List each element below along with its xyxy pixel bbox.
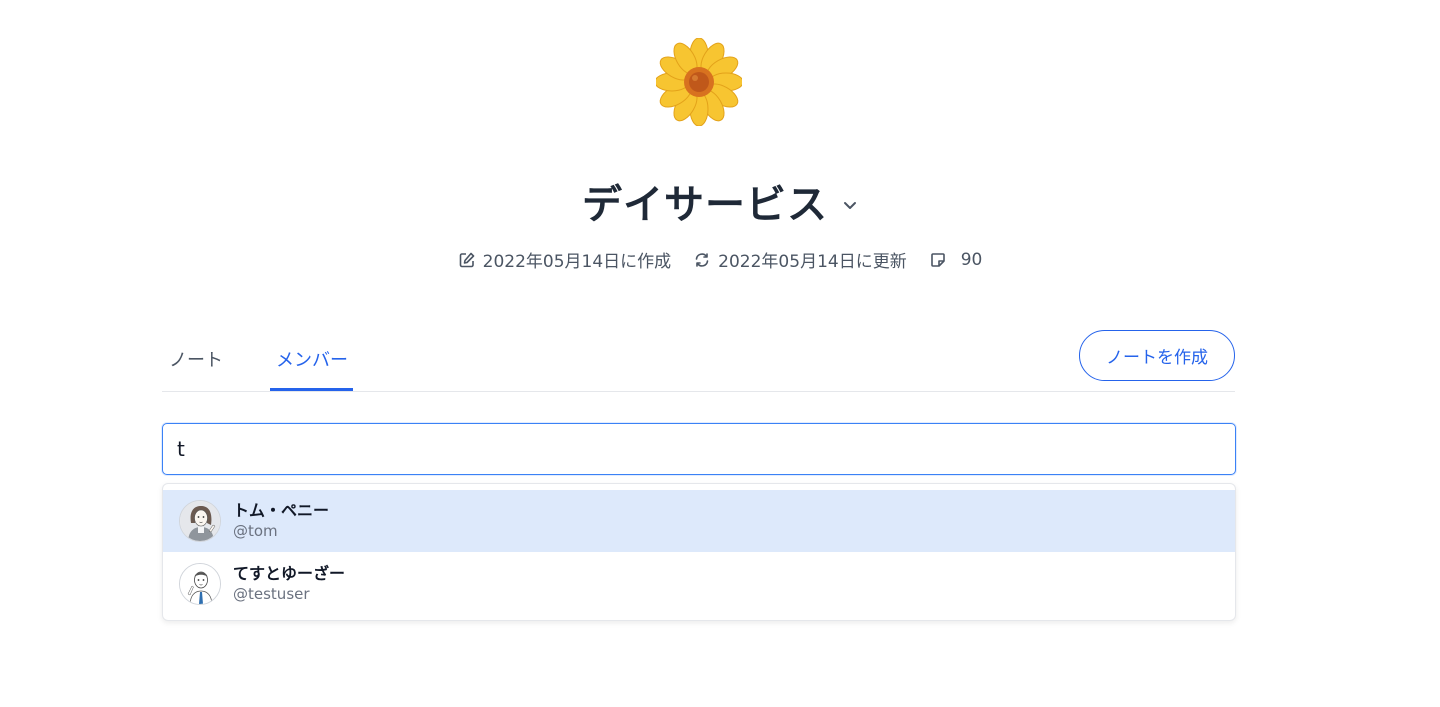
suggestion-handle: @tom — [233, 522, 278, 540]
refresh-icon — [695, 252, 709, 267]
chevron-down-icon[interactable] — [842, 197, 858, 213]
workspace-title: デイサービス — [582, 182, 828, 228]
member-search-input[interactable] — [162, 423, 1236, 475]
tab-notes[interactable]: ノート — [169, 346, 223, 372]
workspace-emoji-icon — [654, 37, 744, 127]
workspace-meta: 2022年05月14日に作成 2022年05月14日に更新 90 — [0, 247, 1440, 272]
suggestion-item-testuser[interactable]: てすとゆーざー @testuser — [163, 553, 1235, 615]
note-count: 90 — [960, 249, 983, 270]
sticky-note-icon — [930, 252, 945, 267]
suggestion-handle: @testuser — [233, 585, 310, 603]
updated-date: 2022年05月14日に更新 — [718, 252, 907, 272]
woman-avatar — [179, 500, 221, 542]
tab-bar: ノート メンバー — [162, 330, 1235, 392]
created-date: 2022年05月14日に作成 — [482, 252, 672, 272]
workspace-header: デイサービス — [0, 172, 1440, 230]
member-suggestion-list: トム・ペニー @tom てすとゆーざー @testuser — [162, 483, 1236, 621]
suggestion-name: トム・ペニー — [233, 501, 330, 520]
note-count-info: 90 — [929, 249, 983, 270]
create-note-button[interactable]: ノートを作成 — [1079, 330, 1235, 381]
updated-info: 2022年05月14日に更新 — [693, 247, 907, 272]
edit-icon — [459, 252, 474, 267]
active-tab-indicator — [270, 388, 353, 391]
man-avatar — [179, 563, 221, 605]
created-info: 2022年05月14日に作成 — [458, 247, 672, 272]
suggestion-name: てすとゆーざー — [233, 564, 346, 583]
tab-members[interactable]: メンバー — [276, 346, 348, 372]
suggestion-item-tom[interactable]: トム・ペニー @tom — [163, 490, 1235, 552]
